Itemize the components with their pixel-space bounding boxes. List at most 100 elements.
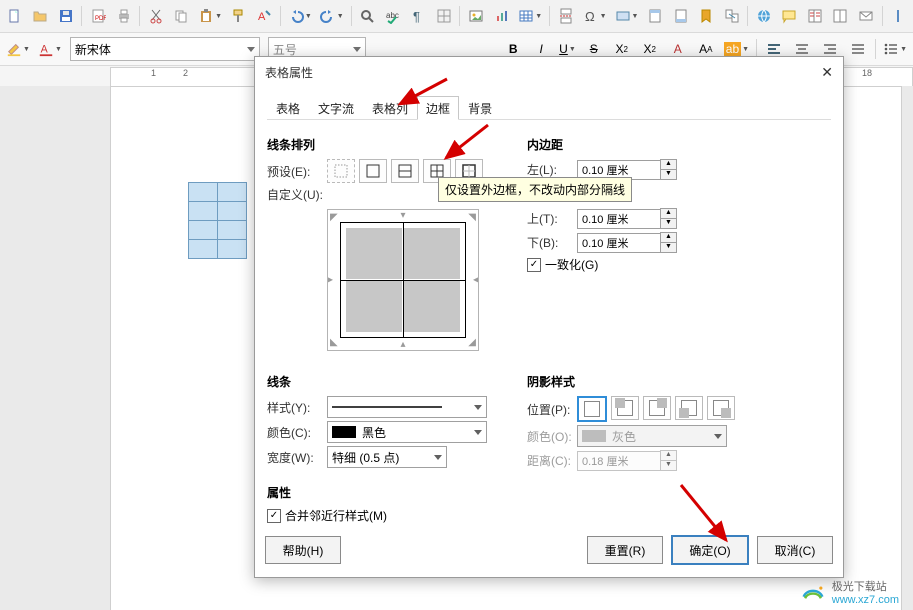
tab-table[interactable]: 表格 [267,96,309,120]
line-color-select[interactable]: 黑色 [327,421,487,443]
insert-bookmark-button[interactable] [694,3,717,29]
svg-text:¶: ¶ [413,9,420,24]
line-width-select[interactable]: 特细 (0.5 点) [327,446,447,468]
shadow-section: 阴影样式 位置(P): 颜色(O): [527,363,787,474]
pad-bottom-input[interactable]: ▲▼ [577,232,677,253]
tab-textflow[interactable]: 文字流 [309,96,363,120]
dialog-title: 表格属性 [265,64,313,81]
tab-columns[interactable]: 表格列 [363,96,417,120]
table-properties-dialog: 表格属性 ✕ 表格 文字流 表格列 边框 背景 线条排列 预设(E): [254,56,844,578]
highlight-color-button[interactable]: ▼ [3,36,33,62]
ok-button[interactable]: 确定(O) [671,535,749,565]
pad-top-value[interactable] [577,209,661,229]
paste-button[interactable]: ▼ [195,3,225,29]
spin-up-icon[interactable]: ▲ [660,232,677,242]
svg-text:A: A [258,11,266,23]
insert-field-button[interactable]: ▼ [612,3,642,29]
dropdown-caret-icon [353,47,361,52]
pad-left-label: 左(L): [527,161,577,178]
bullet-list-button[interactable]: ▼ [880,36,910,62]
preset-horizontal[interactable] [391,159,419,183]
pad-top-input[interactable]: ▲▼ [577,208,677,229]
insert-comment-button[interactable] [778,3,801,29]
copy-button[interactable] [170,3,193,29]
insert-symbol-button[interactable]: Ω▼ [580,3,610,29]
print-button[interactable] [112,3,135,29]
insert-hyperlink-button[interactable] [752,3,775,29]
line-width-value: 特细 (0.5 点) [332,449,399,466]
clone-formatting-button[interactable] [227,3,250,29]
shadow-top-right[interactable] [643,396,671,420]
redo-button[interactable]: ▼ [317,3,347,29]
merge-adjacent-checkbox[interactable]: ✓ [267,509,281,523]
spin-up-icon[interactable]: ▲ [660,159,677,169]
section-label: 阴影样式 [527,373,787,390]
insert-header-button[interactable] [643,3,666,29]
line-arrangement-section: 线条排列 预设(E): 自定义(U): [267,126,527,351]
compare-docs-button[interactable] [829,3,852,29]
new-doc-button[interactable] [3,3,26,29]
open-button[interactable] [28,3,51,29]
insert-footnote-button[interactable] [669,3,692,29]
preset-box[interactable] [359,159,387,183]
tab-border[interactable]: 边框 [417,96,459,120]
sync-checkbox[interactable]: ✓ [527,258,541,272]
reset-button[interactable]: 重置(R) [587,536,663,564]
pad-bottom-value[interactable] [577,233,661,253]
dialog-button-row: 帮助(H) 重置(R) 确定(O) 取消(C) [265,535,833,565]
insert-chart-button[interactable] [490,3,513,29]
font-family-value: 新宋体 [75,41,111,58]
paste-dropdown-caret[interactable]: ▼ [215,13,222,20]
find-button[interactable] [356,3,379,29]
line-style-select[interactable] [327,396,487,418]
help-button[interactable]: 帮助(H) [265,536,341,564]
shadow-bottom-left[interactable] [675,396,703,420]
spin-up-icon[interactable]: ▲ [660,208,677,218]
svg-text:PDF: PDF [95,16,106,22]
export-pdf-button[interactable]: PDF [86,3,109,29]
section-label: 线条 [267,373,527,390]
style-label: 样式(Y): [267,399,327,416]
save-button[interactable] [54,3,77,29]
preset-none[interactable] [327,159,355,183]
dropdown-caret-icon [434,455,442,460]
spellcheck-button[interactable]: abc [381,3,404,29]
svg-text:abc: abc [386,11,399,20]
insert-table-button[interactable]: ▼ [515,3,545,29]
svg-text:Ω: Ω [585,9,595,24]
insert-image-button[interactable] [464,3,487,29]
spin-down-icon[interactable]: ▼ [660,242,677,253]
font-color-button[interactable]: A▼ [35,36,65,62]
cut-button[interactable] [144,3,167,29]
vertical-line-button[interactable] [886,3,909,29]
shadow-bottom-right[interactable] [707,396,735,420]
shadow-top-left[interactable] [611,396,639,420]
track-changes-button[interactable] [803,3,826,29]
shadow-dist-value [577,451,661,471]
spin-down-icon[interactable]: ▼ [660,218,677,229]
cancel-button[interactable]: 取消(C) [757,536,833,564]
tab-background[interactable]: 背景 [459,96,501,120]
gridlines-toggle[interactable] [432,3,455,29]
color-label: 颜色(C): [267,424,327,441]
insert-pagebreak-button[interactable] [554,3,577,29]
undo-button[interactable]: ▼ [285,3,315,29]
preset-label: 预设(E): [267,163,327,180]
sample-table[interactable] [188,182,247,259]
dropdown-caret-icon [247,47,255,52]
font-family-select[interactable]: 新宋体 [70,37,260,61]
shadow-none[interactable] [577,396,607,422]
dialog-titlebar: 表格属性 ✕ [255,57,843,87]
custom-label: 自定义(U): [267,186,327,203]
merge-adjacent-label: 合并邻近行样式(M) [285,507,387,524]
clear-formatting-button[interactable]: A [252,3,275,29]
mail-merge-button[interactable] [854,3,877,29]
app-root: PDF ▼ A ▼ ▼ abc ¶ ▼ Ω▼ ▼ [0,0,913,610]
border-diagram[interactable]: ◤ ◥ ◣ ◢ ▾ ▴ ▸ ◂ [327,209,479,351]
formatting-marks-button[interactable]: ¶ [407,3,430,29]
shadow-color-select: 灰色 [577,425,727,447]
insert-crossref-button[interactable] [720,3,743,29]
align-justify-button[interactable] [845,36,871,62]
spin-down-icon[interactable]: ▼ [660,169,677,180]
close-icon[interactable]: ✕ [821,64,833,81]
